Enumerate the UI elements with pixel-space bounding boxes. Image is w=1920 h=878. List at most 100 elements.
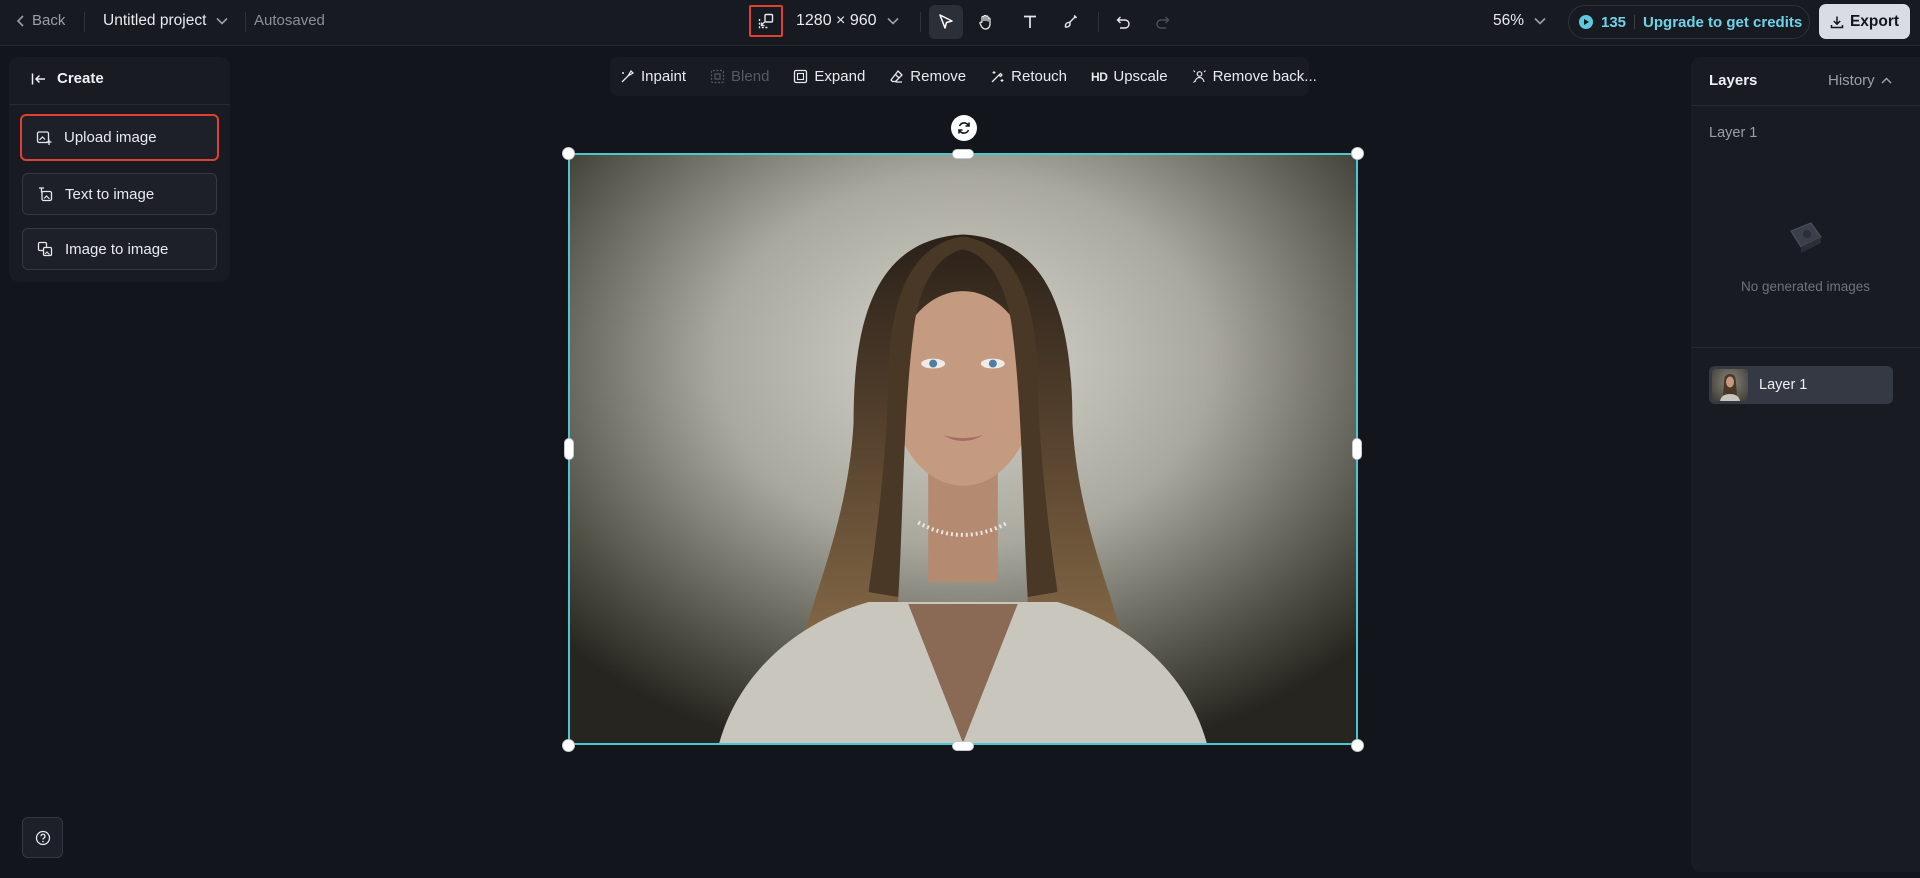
layers-tab[interactable]: Layers	[1709, 72, 1757, 89]
editor-app: Back Untitled project Autosaved 1280 × 9…	[0, 0, 1920, 878]
divider	[1691, 105, 1920, 106]
blend-icon	[710, 69, 725, 84]
layer-section-label: Layer 1	[1709, 125, 1758, 141]
credits-count: 135	[1601, 13, 1627, 31]
remove-background-button[interactable]: Remove back...	[1192, 68, 1317, 85]
divider	[1634, 15, 1636, 29]
project-name: Untitled project	[103, 12, 207, 29]
divider	[920, 12, 921, 32]
redo-button[interactable]	[1146, 5, 1180, 39]
layer-thumbnail	[1712, 369, 1748, 401]
inpaint-button[interactable]: Inpaint	[620, 68, 686, 85]
expand-label: Expand	[814, 68, 866, 85]
layer-item[interactable]: Layer 1	[1709, 366, 1893, 404]
help-button[interactable]	[22, 817, 63, 858]
chevron-down-icon	[886, 17, 899, 25]
undo-button[interactable]	[1106, 5, 1140, 39]
create-panel-header[interactable]: Create	[31, 70, 104, 87]
divider	[84, 12, 85, 32]
chevron-up-icon	[1881, 77, 1892, 84]
empty-state-text: No generated images	[1740, 279, 1871, 294]
canvas-image[interactable]	[568, 153, 1358, 745]
text-to-image-label: Text to image	[65, 185, 155, 203]
resize-handle-top[interactable]	[952, 149, 974, 159]
upload-image-label: Upload image	[64, 129, 157, 146]
layer-name: Layer 1	[1759, 377, 1808, 393]
zoom-value: 56%	[1493, 12, 1525, 29]
divider	[1098, 12, 1099, 32]
image-to-image-label: Image to image	[65, 240, 169, 258]
image-to-image-button[interactable]: Image to image	[22, 228, 217, 270]
retouch-icon	[991, 71, 1004, 83]
credits-icon	[1579, 15, 1593, 29]
resize-handle-top-right[interactable]	[1351, 147, 1364, 160]
remove-label: Remove	[910, 68, 967, 85]
collapse-left-icon	[31, 73, 45, 84]
upscale-button[interactable]: HD Upscale	[1091, 68, 1168, 85]
back-label: Back	[32, 12, 66, 29]
history-toggle[interactable]: History	[1828, 72, 1892, 89]
layers-panel: Layers History Layer 1 No generated imag…	[1691, 57, 1920, 872]
inpaint-icon	[621, 69, 635, 83]
chevron-left-icon	[16, 14, 24, 27]
blend-label: Blend	[731, 68, 770, 85]
export-button[interactable]: Export	[1819, 4, 1910, 39]
canvas-resize-button[interactable]	[749, 5, 783, 37]
resize-handle-top-left[interactable]	[562, 147, 575, 160]
download-icon	[1830, 16, 1844, 28]
empty-images-icon	[1783, 217, 1827, 262]
brush-tool-button[interactable]	[1053, 5, 1087, 39]
edit-toolbar: Inpaint Blend Expand Remove Retouch HD U…	[610, 57, 1317, 96]
help-icon	[35, 830, 50, 845]
redo-icon	[1156, 16, 1170, 29]
expand-icon	[794, 69, 808, 84]
back-button[interactable]: Back	[16, 12, 65, 29]
resize-handle-bottom-right[interactable]	[1351, 739, 1364, 752]
remove-button[interactable]: Remove	[889, 68, 966, 85]
divider	[1691, 347, 1920, 348]
hd-icon: HD	[1091, 69, 1108, 84]
remove-background-icon	[1192, 70, 1206, 83]
text-tool-button[interactable]	[1013, 5, 1047, 39]
chevron-down-icon	[1534, 17, 1546, 25]
chevron-down-icon	[216, 17, 228, 25]
select-tool-button[interactable]	[929, 5, 963, 39]
history-label: History	[1828, 72, 1875, 89]
image-to-image-icon	[37, 241, 53, 257]
hand-tool-button[interactable]	[969, 5, 1003, 39]
inpaint-label: Inpaint	[641, 68, 687, 85]
cursor-arrow-icon	[939, 14, 953, 29]
project-name-dropdown[interactable]: Untitled project	[103, 12, 228, 30]
create-panel: Create Upload image Text to image Image …	[9, 57, 230, 282]
export-label: Export	[1849, 12, 1900, 30]
resize-handle-left[interactable]	[564, 438, 574, 460]
upload-image-button[interactable]: Upload image	[20, 114, 219, 161]
divider	[9, 104, 230, 105]
expand-button[interactable]: Expand	[793, 68, 865, 85]
zoom-dropdown[interactable]: 56%	[1493, 12, 1546, 30]
retouch-button[interactable]: Retouch	[990, 68, 1067, 85]
autosave-status: Autosaved	[254, 12, 325, 29]
hand-icon	[979, 14, 991, 30]
undo-icon	[1116, 16, 1130, 29]
text-to-image-icon	[39, 187, 53, 202]
resize-handle-right[interactable]	[1352, 438, 1362, 460]
resize-handle-bottom[interactable]	[952, 741, 974, 751]
upload-image-icon	[36, 130, 52, 145]
rotate-icon	[958, 122, 970, 134]
resize-icon	[758, 13, 774, 29]
eraser-icon	[890, 70, 903, 83]
text-icon	[1024, 15, 1036, 28]
canvas-size-value: 1280 × 960	[796, 12, 877, 29]
create-panel-title: Create	[57, 70, 104, 87]
blend-button[interactable]: Blend	[710, 68, 769, 85]
upgrade-label: Upgrade to get credits	[1643, 13, 1803, 31]
upscale-label: Upscale	[1113, 68, 1168, 85]
credits-upgrade-button[interactable]: 135 Upgrade to get credits	[1568, 5, 1810, 39]
remove-background-label: Remove back...	[1212, 68, 1317, 85]
resize-handle-bottom-left[interactable]	[562, 739, 575, 752]
text-to-image-button[interactable]: Text to image	[22, 173, 217, 215]
rotate-handle[interactable]	[951, 115, 977, 141]
canvas-size-dropdown[interactable]: 1280 × 960	[796, 12, 899, 30]
divider	[245, 12, 246, 32]
